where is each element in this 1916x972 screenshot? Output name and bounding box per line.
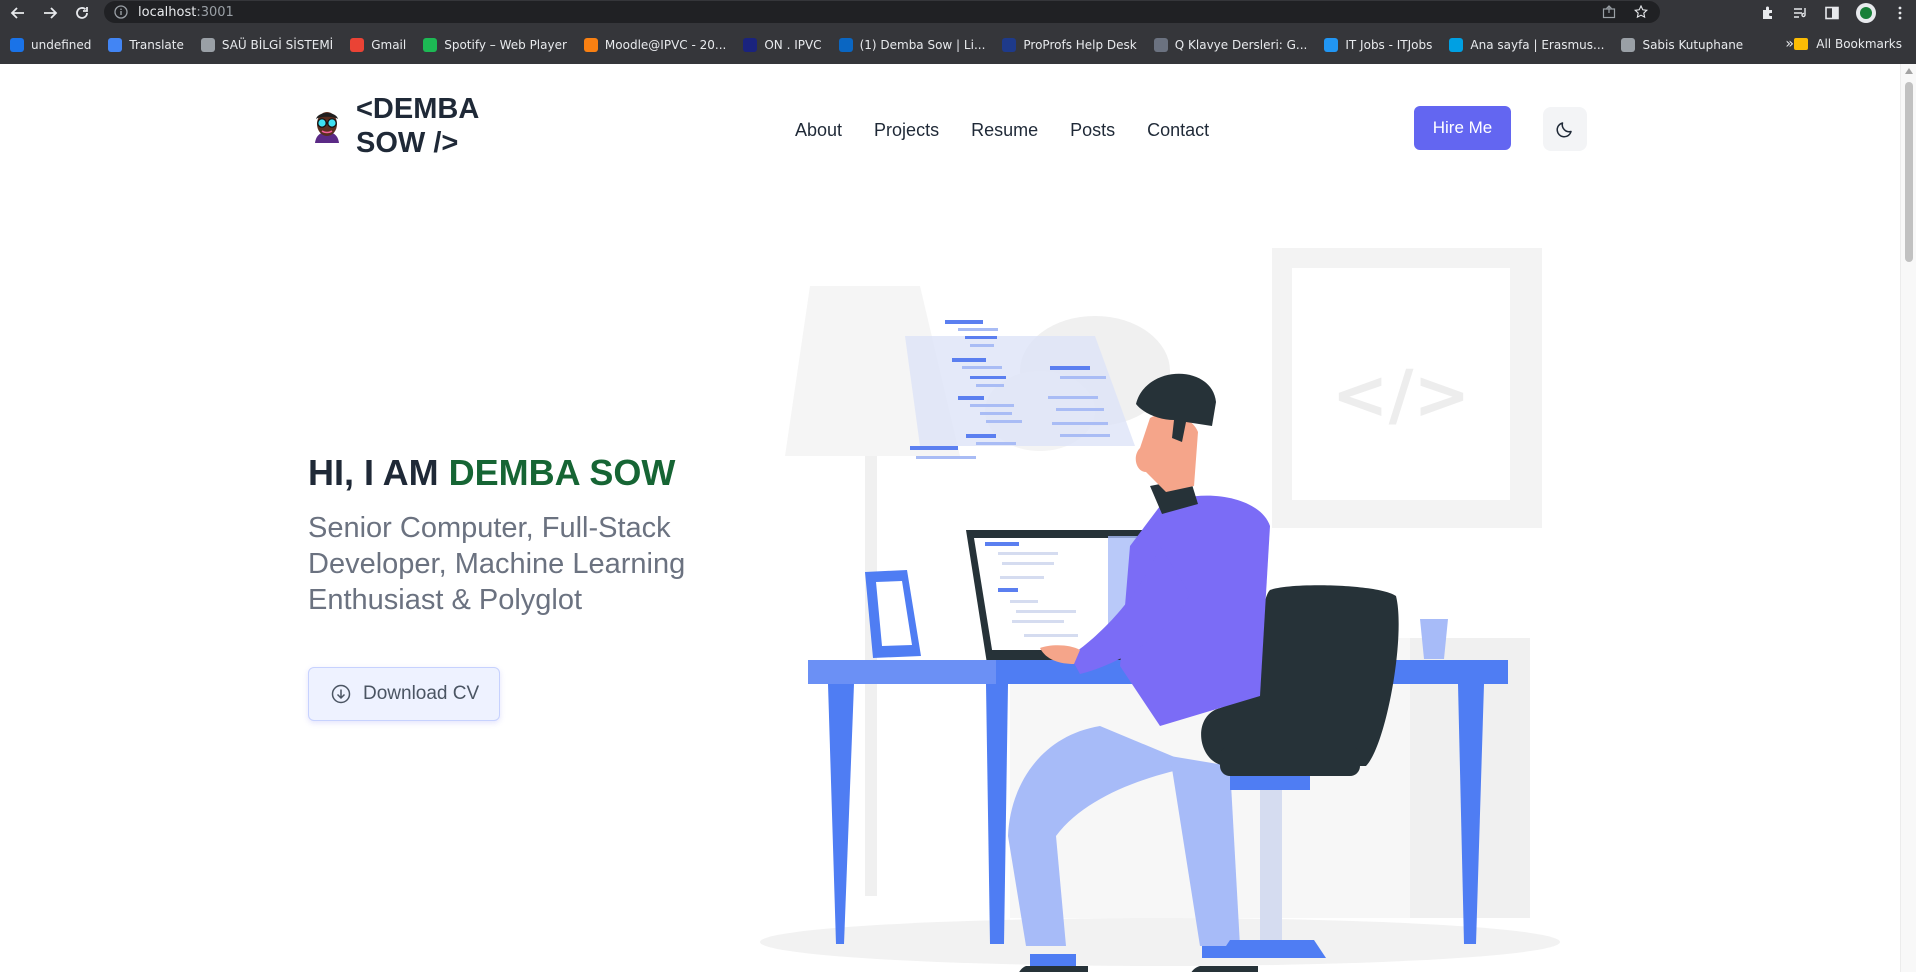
bookmark-label: IT Jobs - ITJobs <box>1345 38 1433 52</box>
bookmark-item[interactable]: ProProfs Help Desk <box>1002 38 1137 52</box>
folder-icon <box>1794 38 1809 50</box>
gmail-icon <box>350 38 365 52</box>
hero-greeting: HI, I AM <box>308 452 449 493</box>
bookmark-item[interactable]: Q Klavye Dersleri: G... <box>1153 38 1308 52</box>
kebab-menu-icon[interactable] <box>1892 5 1908 21</box>
reload-button[interactable] <box>70 1 94 25</box>
bookmark-label: Spotify – Web Player <box>444 38 567 52</box>
document-icon <box>200 38 215 52</box>
bookmarks-overflow-button[interactable]: » <box>1785 36 1794 52</box>
drop-icon <box>1153 38 1168 52</box>
nav-resume[interactable]: Resume <box>971 120 1038 141</box>
bookmark-label: Q Klavye Dersleri: G... <box>1174 38 1308 52</box>
bookmark-item[interactable]: SAÜ BİLGİ SİSTEMİ <box>200 38 334 52</box>
reload-icon <box>76 7 88 19</box>
download-cv-button[interactable]: Download CV <box>308 667 500 721</box>
itjobs-icon <box>1324 38 1339 52</box>
forward-button[interactable] <box>38 1 62 25</box>
nav-about[interactable]: About <box>795 120 842 141</box>
developer-illustration: </> <box>760 248 1560 972</box>
reading-list-icon[interactable] <box>1792 5 1808 21</box>
erasmus-icon <box>1449 38 1464 52</box>
bookmark-label: Sabis Kutuphane <box>1642 38 1744 52</box>
bookmark-label: Moodle@IPVC - 20... <box>604 38 727 52</box>
site-logo[interactable]: <DEMBA SOW /> <box>308 92 506 160</box>
all-bookmarks-label: All Bookmarks <box>1816 37 1902 51</box>
bookmark-label: ProProfs Help Desk <box>1023 38 1137 52</box>
nav-projects[interactable]: Projects <box>874 120 939 141</box>
on-icon <box>743 38 758 52</box>
share-icon[interactable] <box>1602 5 1616 19</box>
infinity-icon <box>10 38 24 52</box>
moon-icon <box>1556 122 1572 138</box>
all-bookmarks-button[interactable]: All Bookmarks <box>1794 37 1902 51</box>
extensions-icon[interactable] <box>1760 5 1776 21</box>
avatar <box>309 108 345 144</box>
logo-text: <DEMBA SOW /> <box>356 93 479 159</box>
bookmark-label: SAÜ BİLGİ SİSTEMİ <box>221 38 334 52</box>
bookmark-label: ON . IPVC <box>764 38 822 52</box>
bookmark-item[interactable]: ON . IPVC <box>743 38 822 52</box>
bookmark-label: Ana sayfa | Erasmus... <box>1470 38 1605 52</box>
moodle-icon <box>583 38 598 52</box>
bookmark-item[interactable]: (1) Demba Sow | Li... <box>838 38 986 52</box>
arrow-right-icon <box>44 7 58 19</box>
url-port: :3001 <box>196 4 234 20</box>
bookmark-item[interactable]: Ana sayfa | Erasmus... <box>1449 38 1604 52</box>
hero-subtitle: Senior Computer, Full-Stack Developer, M… <box>308 512 686 616</box>
star-icon[interactable] <box>1634 5 1648 19</box>
hero-name: DEMBA SOW <box>448 452 676 493</box>
arrow-left-icon <box>10 7 24 19</box>
side-panel-icon[interactable] <box>1824 5 1840 21</box>
spotify-icon <box>423 38 438 52</box>
proprofs-icon <box>1002 38 1017 52</box>
bookmark-label: Translate <box>129 38 184 52</box>
info-icon <box>114 5 128 19</box>
nav-contact[interactable]: Contact <box>1147 120 1209 141</box>
portfolio-page: <DEMBA SOW /> About Projects Resume Post… <box>0 64 1900 972</box>
address-bar[interactable]: localhost:3001 <box>104 1 1660 23</box>
nav-posts[interactable]: Posts <box>1070 120 1115 141</box>
translate-icon <box>108 38 123 52</box>
bookmark-item[interactable]: undefined <box>10 38 91 52</box>
bookmarks-bar: undefined Translate SAÜ BİLGİ SİSTEMİ Gmail… <box>0 26 1916 64</box>
main-nav: About Projects Resume Posts Contact <box>795 120 1209 141</box>
page-scrollbar[interactable] <box>1900 64 1916 972</box>
download-circle-icon <box>331 684 351 704</box>
theme-toggle-button[interactable] <box>1543 107 1587 151</box>
profile-avatar[interactable] <box>1856 3 1876 23</box>
scroll-thumb[interactable] <box>1905 82 1913 262</box>
scroll-up-arrow[interactable] <box>1905 68 1913 74</box>
browser-toolbar: localhost:3001 <box>0 0 1916 26</box>
hero-title: HI, I AM DEMBA SOW <box>308 452 675 494</box>
bookmark-item[interactable]: Spotify – Web Player <box>423 38 567 52</box>
bookmark-item[interactable]: Translate <box>108 38 184 52</box>
bookmark-item[interactable]: IT Jobs - ITJobs <box>1324 38 1432 52</box>
code-symbol-text: </> <box>1332 356 1471 435</box>
bookmark-label: (1) Demba Sow | Li... <box>859 38 986 52</box>
download-cv-label: Download CV <box>363 683 480 704</box>
bookmark-item[interactable]: Moodle@IPVC - 20... <box>583 38 727 52</box>
linkedin-icon <box>838 38 853 52</box>
bookmark-label: undefined <box>31 38 92 52</box>
hire-me-button[interactable]: Hire Me <box>1414 106 1511 150</box>
bookmark-label: Gmail <box>371 38 407 52</box>
back-button[interactable] <box>6 1 30 25</box>
globe-icon <box>1621 38 1636 52</box>
bookmark-item[interactable]: Sabis Kutuphane <box>1621 38 1743 52</box>
bookmark-item[interactable]: Gmail <box>350 38 406 52</box>
url-host: localhost <box>138 4 197 20</box>
